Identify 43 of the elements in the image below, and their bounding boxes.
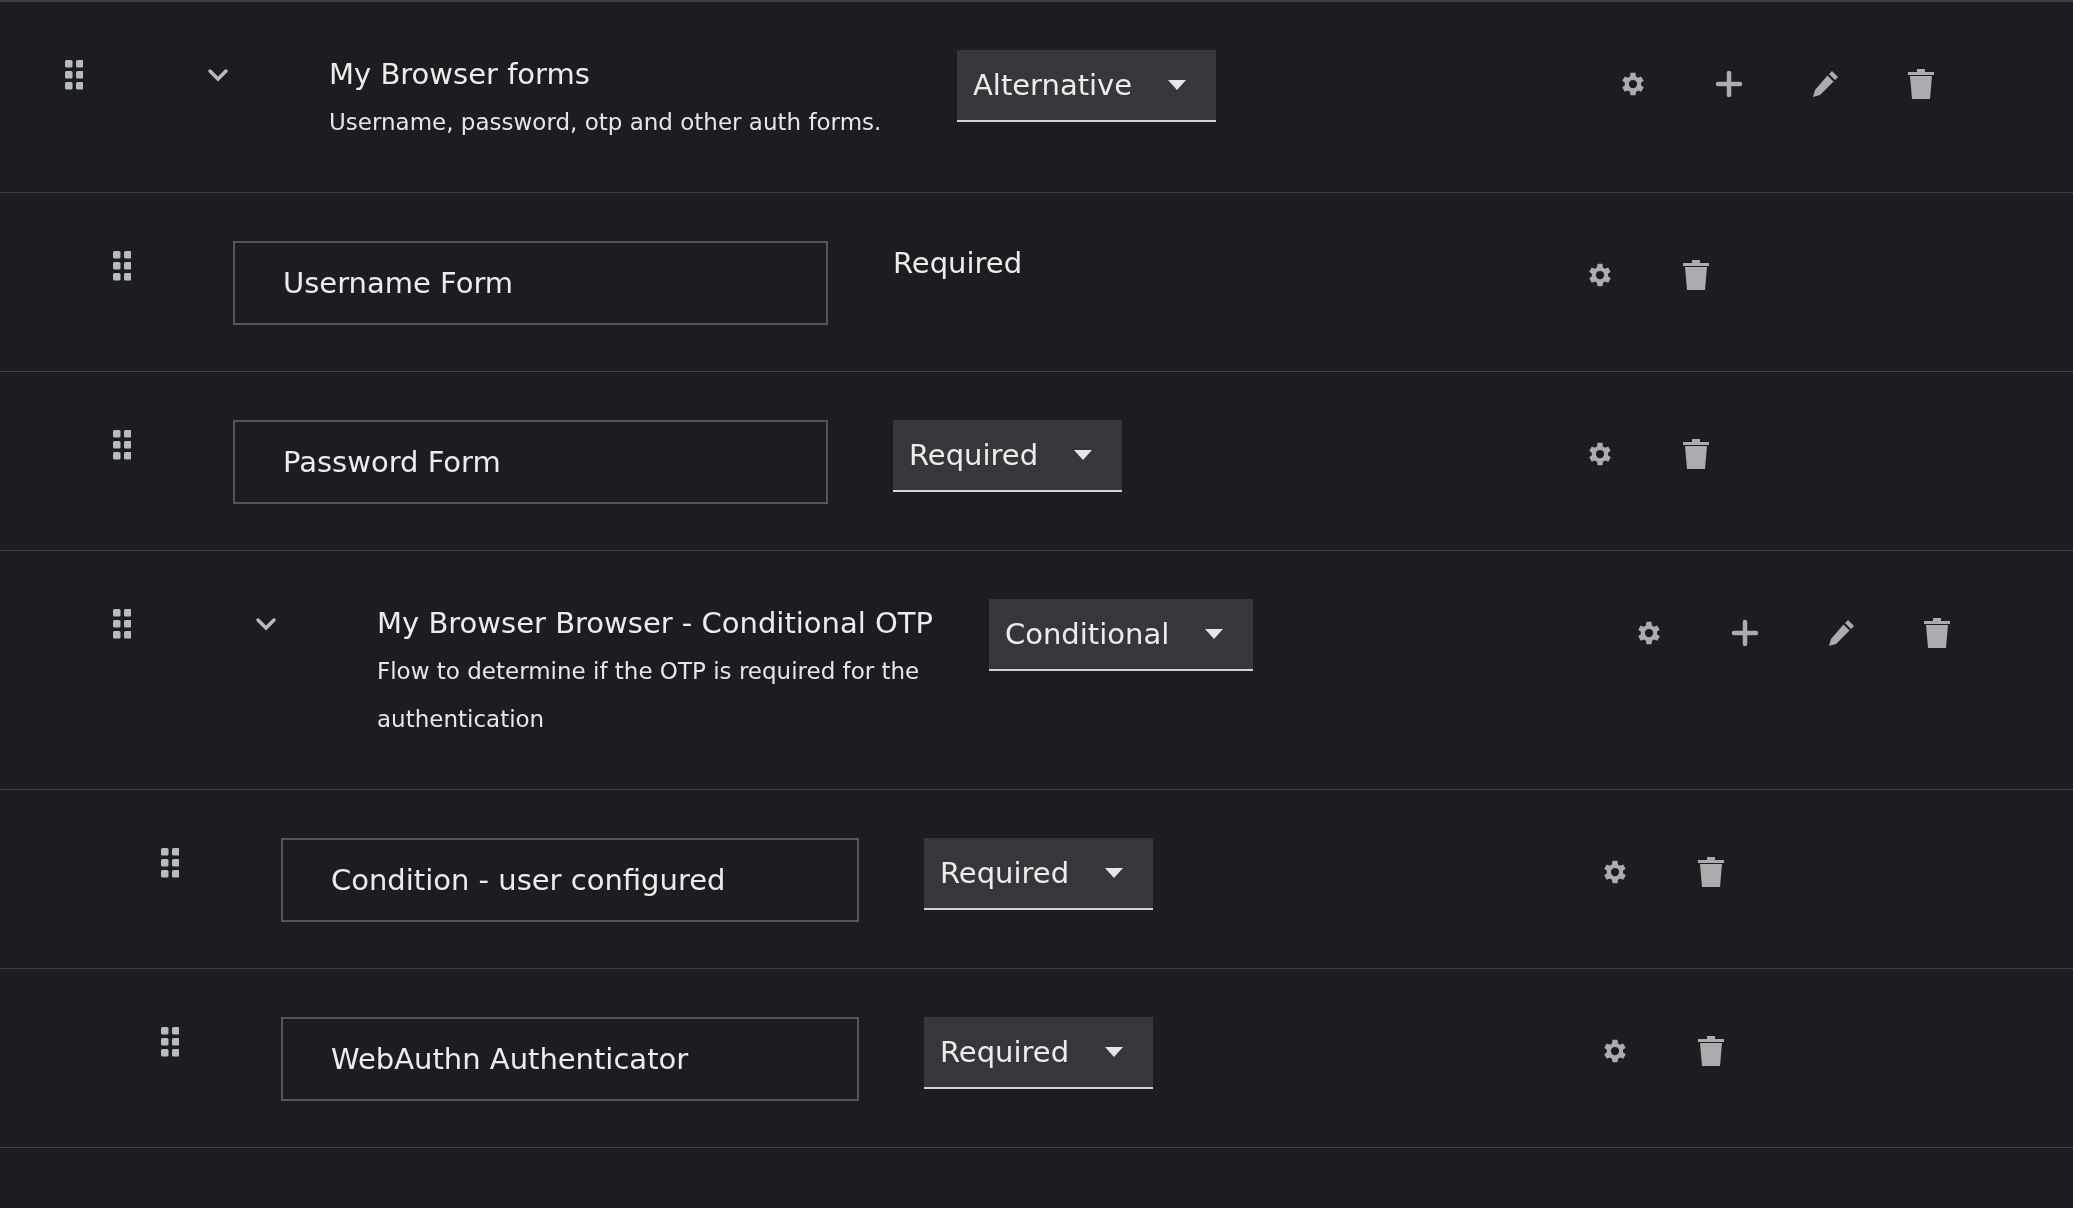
flow-title: My Browser forms bbox=[329, 56, 591, 93]
delete-icon bbox=[1682, 438, 1710, 470]
step-name-field: Username Form bbox=[233, 241, 828, 325]
caret-icon bbox=[1105, 868, 1124, 878]
delete-button[interactable] bbox=[1695, 856, 1727, 888]
delete-icon bbox=[1697, 856, 1725, 888]
flow-title: My Browser Browser - Conditional OTP bbox=[377, 605, 934, 642]
delete-button[interactable] bbox=[1905, 68, 1937, 100]
drag-handle-icon[interactable] bbox=[161, 1027, 179, 1057]
step-name-field: Condition - user configured bbox=[281, 838, 859, 922]
requirement-select[interactable]: Required bbox=[924, 1017, 1154, 1089]
add-button[interactable] bbox=[1729, 617, 1761, 649]
edit-icon bbox=[1810, 69, 1840, 99]
caret-icon bbox=[1074, 450, 1093, 460]
requirement-select[interactable]: Alternative bbox=[957, 50, 1217, 122]
flow-description: Username, password, otp and other auth forms. bbox=[329, 108, 883, 137]
requirement-select[interactable]: Required bbox=[924, 838, 1154, 910]
step-name-field: WebAuthn Authenticator bbox=[281, 1017, 859, 1101]
caret-icon bbox=[1168, 80, 1187, 90]
drag-handle-icon[interactable] bbox=[161, 848, 179, 878]
drag-handle-icon[interactable] bbox=[65, 60, 83, 90]
delete-icon bbox=[1682, 259, 1710, 291]
drag-handle-icon[interactable] bbox=[113, 251, 131, 281]
delete-icon bbox=[1907, 68, 1935, 100]
step-name-field: Password Form bbox=[233, 420, 828, 504]
delete-button[interactable] bbox=[1921, 617, 1953, 649]
delete-button[interactable] bbox=[1680, 438, 1712, 470]
delete-icon bbox=[1697, 1035, 1725, 1067]
requirement-select[interactable]: Conditional bbox=[989, 599, 1254, 671]
drag-handle-icon[interactable] bbox=[113, 430, 131, 460]
add-icon bbox=[1715, 70, 1743, 98]
delete-icon bbox=[1923, 617, 1951, 649]
requirement-select[interactable]: Required bbox=[893, 420, 1123, 492]
delete-button[interactable] bbox=[1695, 1035, 1727, 1067]
edit-icon bbox=[1826, 618, 1856, 648]
drag-handle-icon[interactable] bbox=[113, 609, 131, 639]
caret-icon bbox=[1205, 629, 1224, 639]
caret-icon bbox=[1105, 1047, 1124, 1057]
flow-description: Flow to determine if the OTP is required for the authentication bbox=[377, 657, 921, 734]
requirement-label: Required bbox=[893, 245, 1023, 282]
delete-button[interactable] bbox=[1680, 259, 1712, 291]
add-icon bbox=[1731, 619, 1759, 647]
add-button[interactable] bbox=[1713, 68, 1745, 100]
